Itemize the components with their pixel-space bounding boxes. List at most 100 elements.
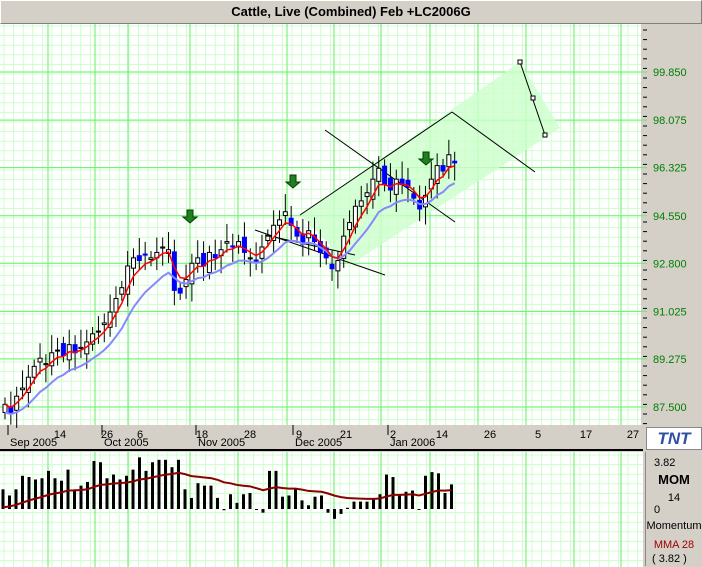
candle-body <box>358 200 364 207</box>
momentum-plot-bg <box>0 452 643 567</box>
y-tick-label: 87.500 <box>653 402 687 414</box>
momentum-bar <box>430 472 434 509</box>
candle-body <box>382 165 388 186</box>
momentum-bar <box>157 459 161 509</box>
candle-body <box>142 253 148 256</box>
candle-body <box>282 211 288 217</box>
x-day-label: 27 <box>627 429 639 441</box>
momentum-bar <box>365 501 369 509</box>
candle-body <box>55 349 61 352</box>
momentum-bar <box>443 493 447 509</box>
momentum-bar <box>235 502 239 509</box>
candle-body <box>101 322 107 326</box>
momentum-bar <box>320 495 323 509</box>
momentum-bar <box>242 494 245 509</box>
candle-body <box>130 257 136 269</box>
momentum-bar <box>339 509 343 514</box>
y-tick-label: 91.025 <box>653 306 687 318</box>
mom-top-value: 3.82 <box>654 457 676 469</box>
candle-body <box>387 177 393 191</box>
momentum-bar <box>86 481 89 509</box>
y-tick-label: 96.325 <box>653 163 687 175</box>
momentum-bar <box>222 509 226 511</box>
candle-body <box>411 193 417 199</box>
momentum-bar <box>73 489 76 509</box>
momentum-bar <box>27 477 31 509</box>
mom-current: ( 3.82 ) <box>652 553 687 565</box>
candle-body <box>31 365 37 378</box>
momentum-bar <box>138 457 141 509</box>
x-day-label: 26 <box>484 429 496 441</box>
momentum-bar <box>248 493 252 509</box>
mom-ma-label: MMA 28 <box>653 539 695 551</box>
momentum-bar <box>47 470 50 509</box>
momentum-bar <box>352 501 356 509</box>
x-month-label: Nov 2005 <box>198 437 245 449</box>
y-tick-label: 89.275 <box>653 354 687 366</box>
y-tick-label: 99.850 <box>653 67 687 79</box>
momentum-bar <box>34 479 37 509</box>
momentum-bar <box>255 509 258 510</box>
candle-body <box>95 330 101 333</box>
momentum-bar <box>281 496 284 509</box>
candle-body <box>376 167 382 182</box>
y-tick-label: 92.800 <box>653 258 687 270</box>
candle-body <box>37 357 43 363</box>
candle-body <box>347 222 353 231</box>
candle-body <box>119 287 125 295</box>
price-chart[interactable]: 99.850 98.075 96.325 94.550 92.800 91.025 89.2… <box>0 0 702 567</box>
candle-body <box>43 363 49 366</box>
momentum-bar <box>1 489 5 509</box>
momentum-bar <box>105 478 109 509</box>
candle-body <box>253 259 259 262</box>
line-handle <box>517 59 523 65</box>
candle-body <box>230 245 236 248</box>
candle-body <box>446 154 452 168</box>
candle-body <box>60 343 66 357</box>
momentum-bar <box>378 494 382 509</box>
momentum-bar <box>66 469 70 509</box>
candle-body <box>195 257 201 264</box>
momentum-bar <box>313 496 317 509</box>
candle-body <box>212 254 218 259</box>
candle-body <box>393 178 399 195</box>
momentum-bar <box>164 459 167 509</box>
momentum-bar <box>40 478 44 509</box>
candle-body <box>364 192 370 198</box>
line-handle <box>542 132 548 138</box>
candle-body <box>329 263 335 270</box>
x-month-label: Jan 2006 <box>390 437 435 449</box>
mom-zero: 0 <box>654 504 661 516</box>
momentum-legend: 3.82 MOM 14 0 Momentum MMA 28 ( 3.82 ) <box>645 452 702 566</box>
momentum-bar <box>385 474 388 509</box>
momentum-bar <box>372 499 375 509</box>
momentum-bar <box>196 483 200 509</box>
candle-body <box>247 257 253 260</box>
candle-body <box>160 246 166 249</box>
x-month-label: Dec 2005 <box>295 437 342 449</box>
tnt-logo: TNT <box>646 427 702 450</box>
x-day-label: 14 <box>436 429 448 441</box>
momentum-bar <box>177 459 180 509</box>
momentum-bar <box>424 475 427 509</box>
momentum-bar <box>131 469 135 509</box>
candle-body <box>265 235 271 241</box>
momentum-bar <box>307 505 310 509</box>
momentum-bar <box>92 461 96 509</box>
momentum-bar <box>294 489 297 509</box>
x-month-label: Oct 2005 <box>104 437 149 449</box>
x-day-label: 28 <box>244 429 256 441</box>
candle-body <box>78 346 84 349</box>
momentum-bar <box>144 470 148 509</box>
candle-body <box>136 255 142 262</box>
momentum-bar <box>183 489 187 509</box>
momentum-bar <box>229 494 232 509</box>
momentum-bar <box>300 500 304 509</box>
momentum-bar <box>346 507 349 509</box>
momentum-bar <box>359 501 362 509</box>
x-day-label: 17 <box>580 429 592 441</box>
momentum-bar <box>112 474 115 509</box>
momentum-bar <box>417 509 421 510</box>
momentum-bar <box>287 495 291 509</box>
candle-body <box>224 241 230 244</box>
